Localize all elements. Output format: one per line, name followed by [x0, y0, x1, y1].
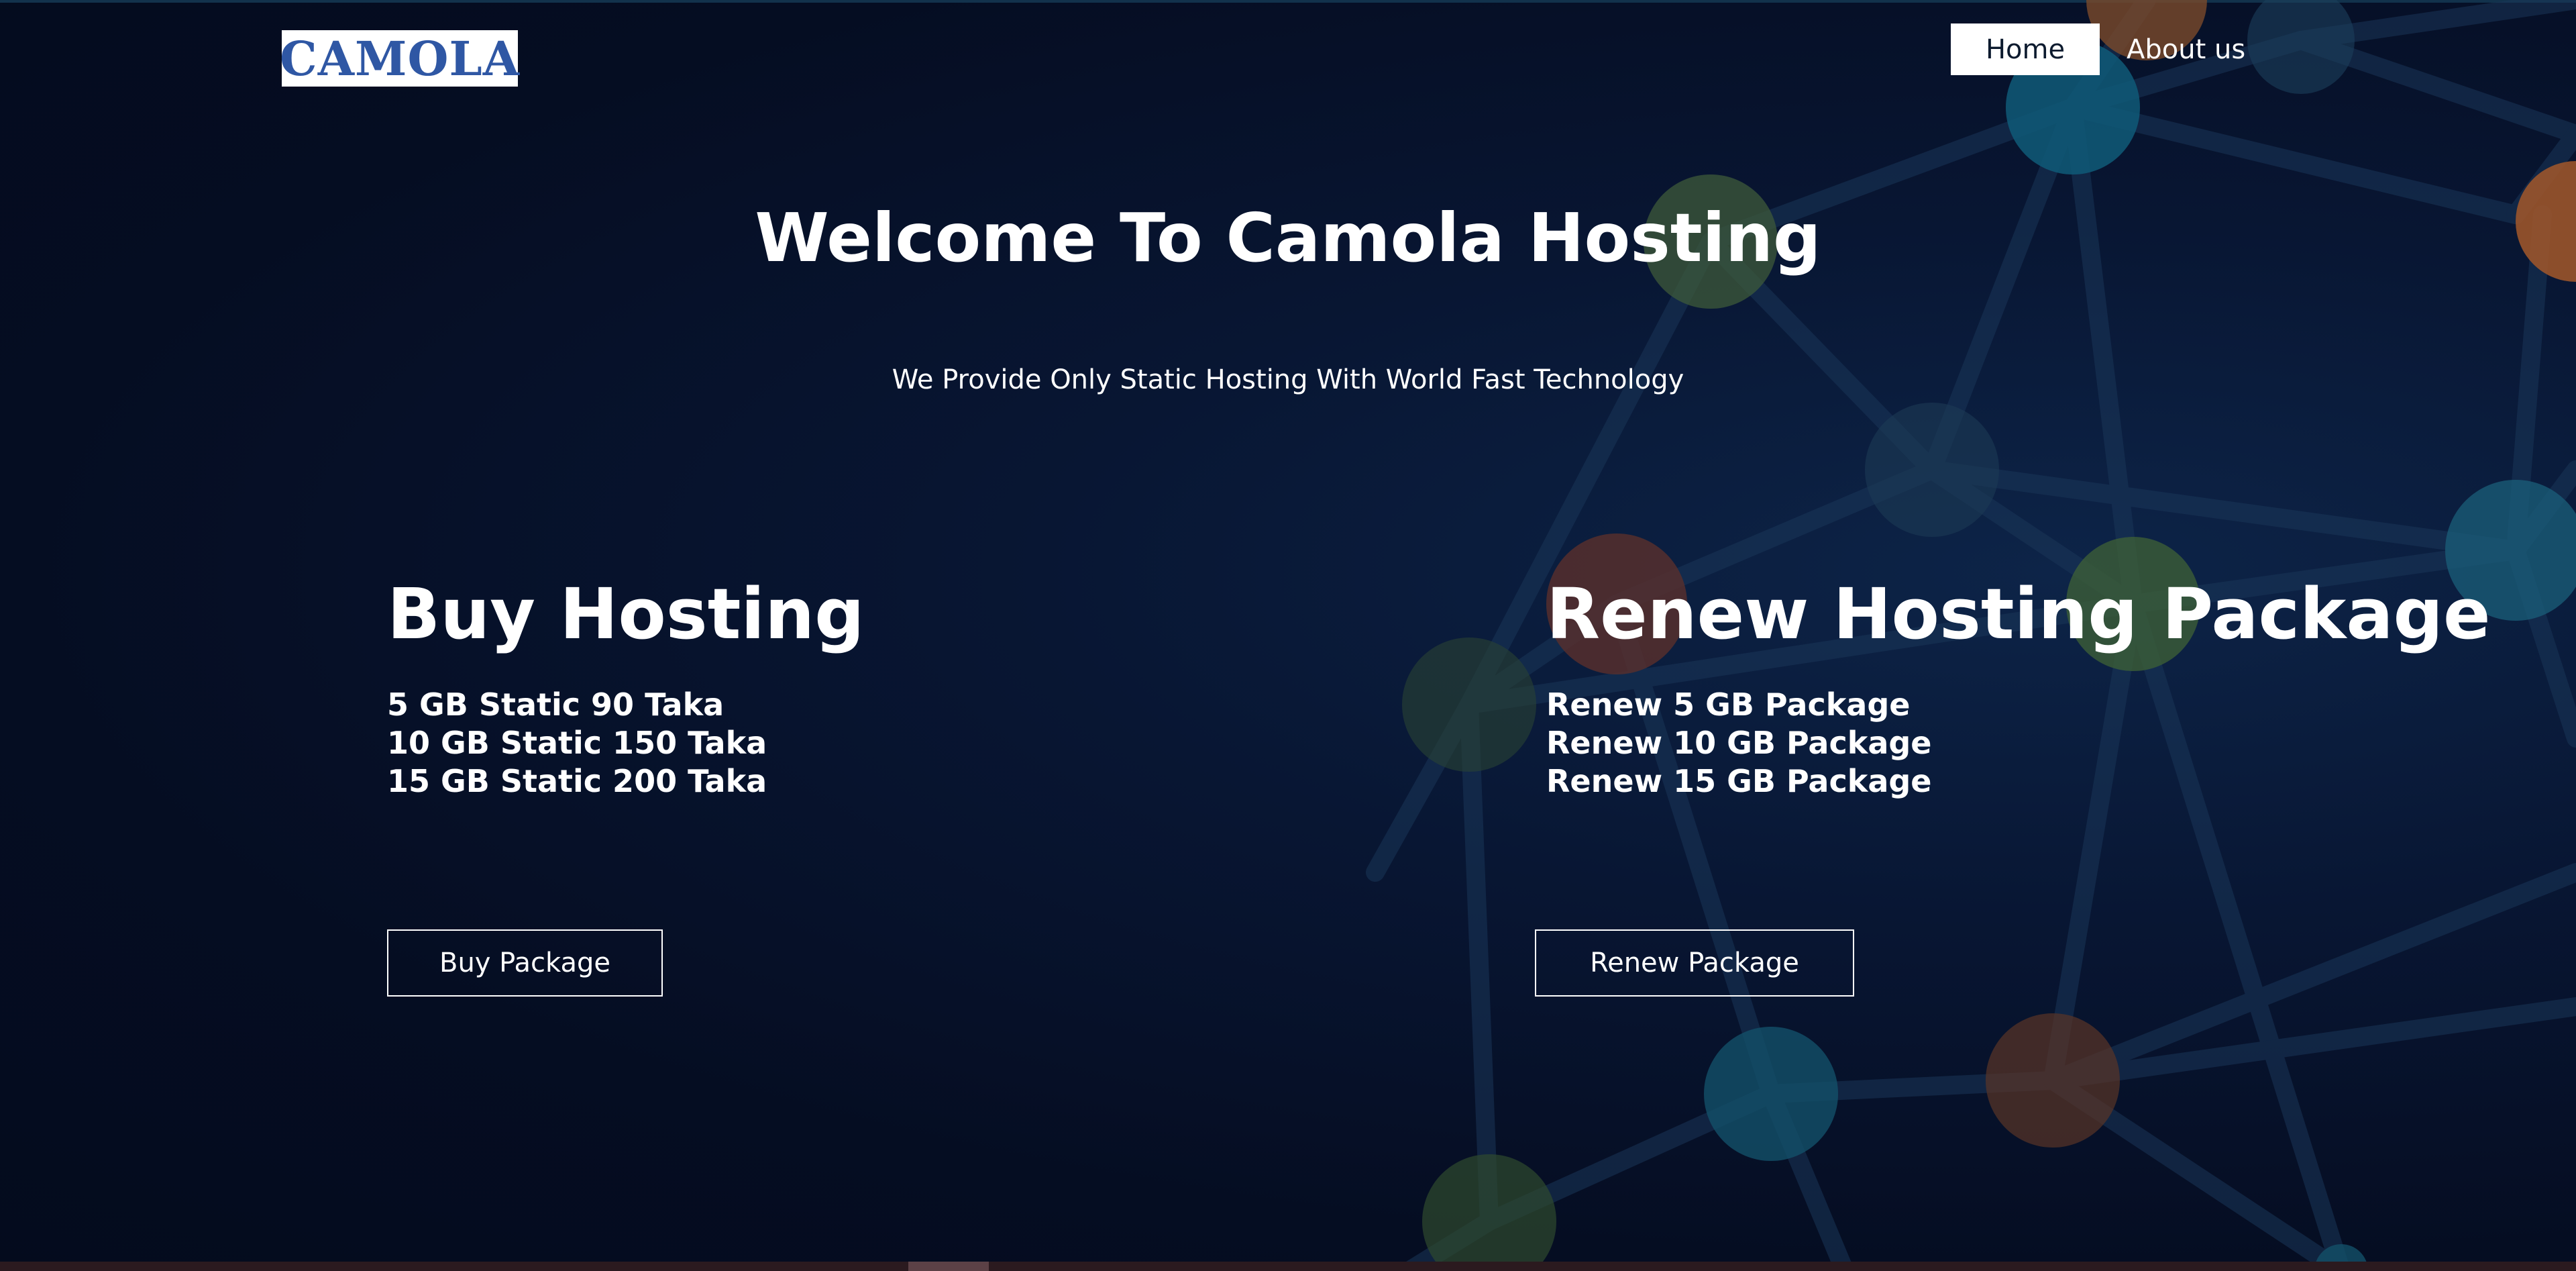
page-subtitle: We Provide Only Static Hosting With Worl…	[892, 364, 1684, 395]
page-title: Welcome To Camola Hosting	[755, 199, 1821, 277]
buy-package-item: 5 GB Static 90 Taka	[387, 687, 724, 723]
renew-hosting-heading: Renew Hosting Package	[1546, 573, 2491, 655]
camola-logo[interactable]: CAMOLA	[279, 30, 521, 87]
nav-about-link[interactable]: About us	[2127, 23, 2245, 75]
buy-package-item: 15 GB Static 200 Taka	[387, 763, 767, 799]
logo-text: CAMOLA	[279, 30, 521, 87]
renew-package-item: Renew 5 GB Package	[1546, 687, 1911, 723]
nav-home-link[interactable]: Home	[1951, 23, 2100, 75]
renew-package-list: Renew 5 GB Package Renew 10 GB Package R…	[1546, 686, 2491, 801]
renew-package-item: Renew 15 GB Package	[1546, 763, 1932, 799]
buy-package-list: 5 GB Static 90 Taka 10 GB Static 150 Tak…	[387, 686, 865, 801]
buy-package-item: 10 GB Static 150 Taka	[387, 725, 767, 761]
horizontal-scrollbar[interactable]	[0, 1262, 2576, 1271]
page: CAMOLA Home About us Welcome To Camola H…	[0, 0, 2576, 1271]
buy-hosting-section: Buy Hosting 5 GB Static 90 Taka 10 GB St…	[387, 570, 865, 801]
renew-package-button[interactable]: Renew Package	[1535, 929, 1854, 997]
main-nav: Home About us	[1951, 23, 2245, 75]
buy-package-button[interactable]: Buy Package	[387, 929, 663, 997]
scrollbar-thumb[interactable]	[908, 1262, 989, 1271]
renew-hosting-section: Renew Hosting Package Renew 5 GB Package…	[1546, 570, 2491, 801]
buy-hosting-heading: Buy Hosting	[387, 573, 865, 655]
renew-package-item: Renew 10 GB Package	[1546, 725, 1932, 761]
